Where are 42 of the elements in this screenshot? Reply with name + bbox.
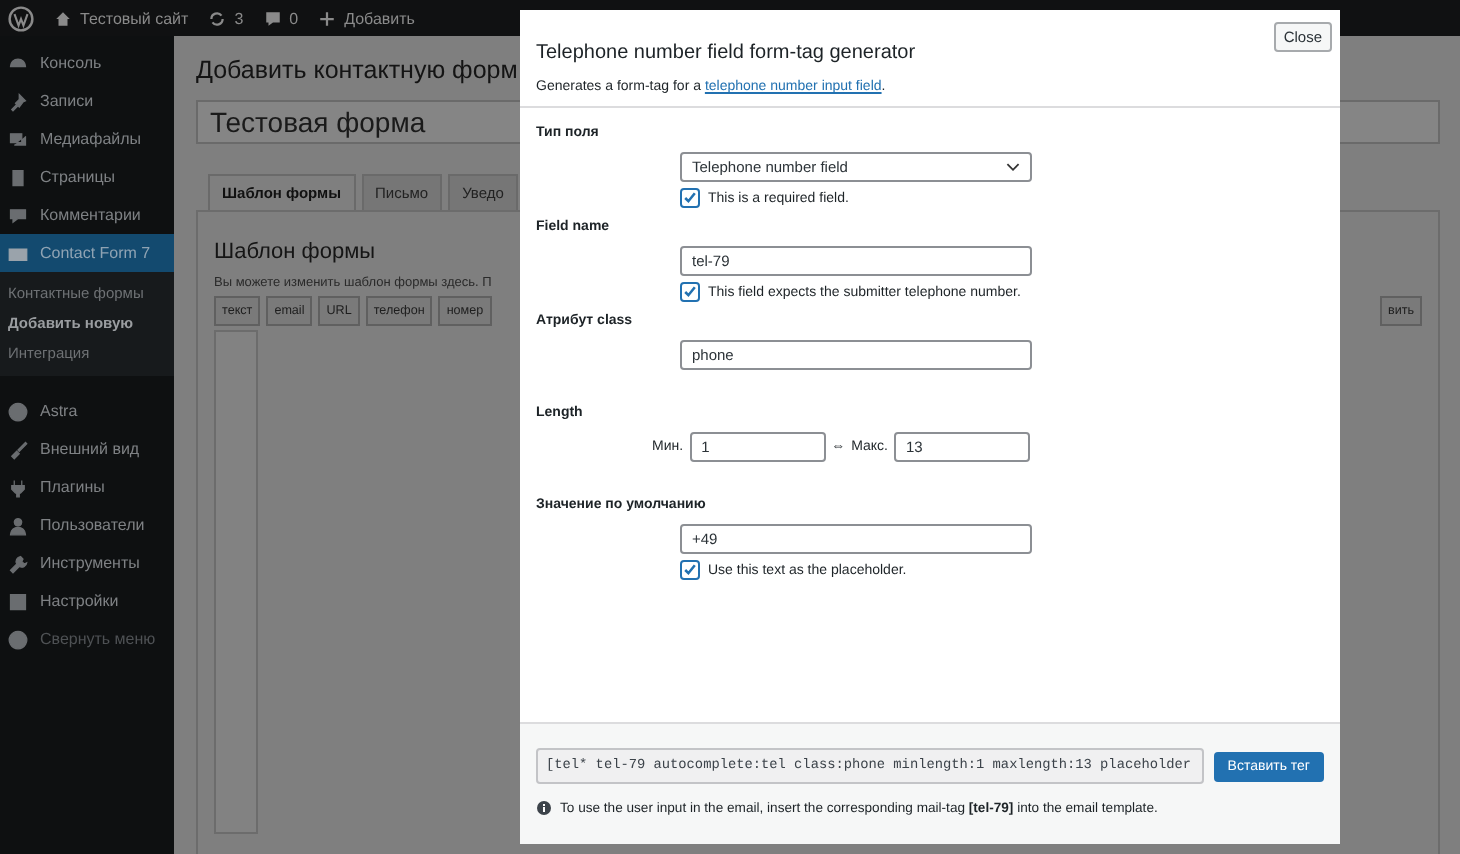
- wordpress-logo-icon[interactable]: [8, 5, 34, 31]
- media-icon: [8, 129, 28, 149]
- page-title: Добавить контактную форм: [196, 56, 520, 84]
- updates-link[interactable]: 3: [208, 9, 244, 27]
- pin-icon: [8, 91, 28, 111]
- plug-icon: [8, 477, 28, 497]
- menu-item[interactable]: Записи: [0, 82, 174, 120]
- menu-item[interactable]: Комментарии: [0, 196, 174, 234]
- gauge-icon: [8, 53, 28, 73]
- home-icon: [54, 9, 72, 27]
- comment-icon: [8, 205, 28, 225]
- menu-item[interactable]: Пользователи: [0, 506, 174, 544]
- comments-count: 0: [289, 9, 299, 27]
- updates-count: 3: [234, 9, 244, 27]
- menu-item[interactable]: Медиафайлы: [0, 120, 174, 158]
- new-link[interactable]: Добавить: [318, 9, 415, 27]
- checkbox[interactable]: [680, 560, 700, 580]
- menu-item[interactable]: Инструменты: [0, 544, 174, 582]
- person-icon: [8, 515, 28, 535]
- menu-item[interactable]: Настройки: [0, 582, 174, 620]
- dialog-title: Telephone number field form-tag generator: [536, 42, 918, 64]
- checkbox[interactable]: [680, 282, 700, 302]
- site-name-link[interactable]: Тестовый сайт: [54, 9, 189, 27]
- chevron-down-icon: [1006, 162, 1020, 172]
- wrench-icon: [8, 553, 28, 573]
- menu-item[interactable]: Внешний вид: [0, 430, 174, 468]
- brush-icon: [8, 439, 28, 459]
- menu-item[interactable]: Плагины: [0, 468, 174, 506]
- page-icon: [8, 167, 28, 187]
- menu-item[interactable]: Contact Form 7: [0, 234, 174, 272]
- section-title: Шаблон формы: [214, 240, 376, 264]
- checkbox[interactable]: [680, 188, 700, 208]
- plus-icon: [318, 9, 337, 27]
- menu-item[interactable]: Astra: [0, 392, 174, 430]
- menu-item[interactable]: Консоль: [0, 44, 174, 82]
- refresh-icon: [208, 9, 227, 27]
- info-icon: [536, 800, 552, 816]
- menu-item[interactable]: Страницы: [0, 158, 174, 196]
- site-name: Тестовый сайт: [80, 9, 189, 27]
- comments-link[interactable]: 0: [263, 9, 299, 27]
- new-label: Добавить: [344, 9, 415, 27]
- comment-icon: [263, 9, 282, 27]
